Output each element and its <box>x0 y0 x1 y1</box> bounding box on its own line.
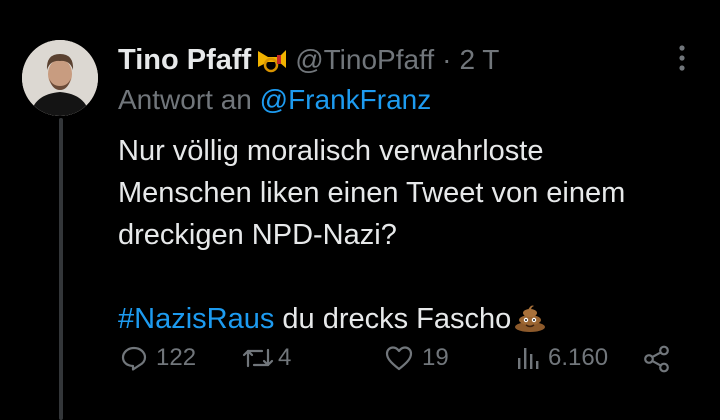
more-options-button[interactable] <box>664 40 700 76</box>
timestamp[interactable]: 2 T <box>459 44 499 76</box>
dot-separator: · <box>442 44 452 75</box>
tweet-text-line: dreckigen NPD-Nazi? <box>118 219 397 251</box>
analytics-bars-icon <box>518 348 539 369</box>
share-button[interactable] <box>642 344 672 374</box>
tweet-text-line-hashtag: #NazisRaus du drecks Fascho <box>118 298 698 340</box>
retweet-icon <box>242 348 274 368</box>
tweet-text-tail: du drecks Fascho <box>274 303 512 335</box>
more-vertical-icon <box>679 45 685 71</box>
pile-of-poo-icon <box>513 302 547 332</box>
tweet-text: Nur völlig moralisch verwahrloste Mensch… <box>118 130 698 340</box>
hashtag-link[interactable]: #NazisRaus <box>118 303 274 335</box>
heart-icon <box>385 346 413 371</box>
like-count: 19 <box>422 344 449 371</box>
display-name[interactable]: Tino Pfaff <box>118 44 251 77</box>
reply-handle-link[interactable]: @FrankFranz <box>260 84 432 115</box>
views-button[interactable]: 6.160 <box>516 344 608 372</box>
avatar[interactable] <box>22 40 98 116</box>
reply-context: Antwort an @FrankFranz <box>118 84 431 116</box>
postal-horn-icon <box>255 45 289 75</box>
like-button[interactable]: 19 <box>384 344 449 372</box>
tweet-text-line: Menschen liken einen Tweet von einem <box>118 177 626 209</box>
view-count: 6.160 <box>548 344 609 371</box>
tweet[interactable]: Tino Pfaff @TinoPfaff · 2 T Antwort an @… <box>0 0 720 420</box>
reply-count: 122 <box>156 344 197 371</box>
retweet-count: 4 <box>278 344 292 371</box>
tweet-actions: 122 4 19 6.160 <box>118 344 698 384</box>
reply-prefix: Antwort an <box>118 84 252 115</box>
share-icon <box>644 345 669 373</box>
reply-button[interactable]: 122 <box>120 344 196 372</box>
retweet-button[interactable]: 4 <box>240 344 291 372</box>
user-handle[interactable]: @TinoPfaff <box>295 44 434 76</box>
reply-icon <box>121 346 147 371</box>
thread-line <box>59 118 63 420</box>
tweet-header: Tino Pfaff @TinoPfaff · 2 T <box>118 40 499 80</box>
tweet-text-line: Nur völlig moralisch verwahrloste <box>118 135 544 167</box>
